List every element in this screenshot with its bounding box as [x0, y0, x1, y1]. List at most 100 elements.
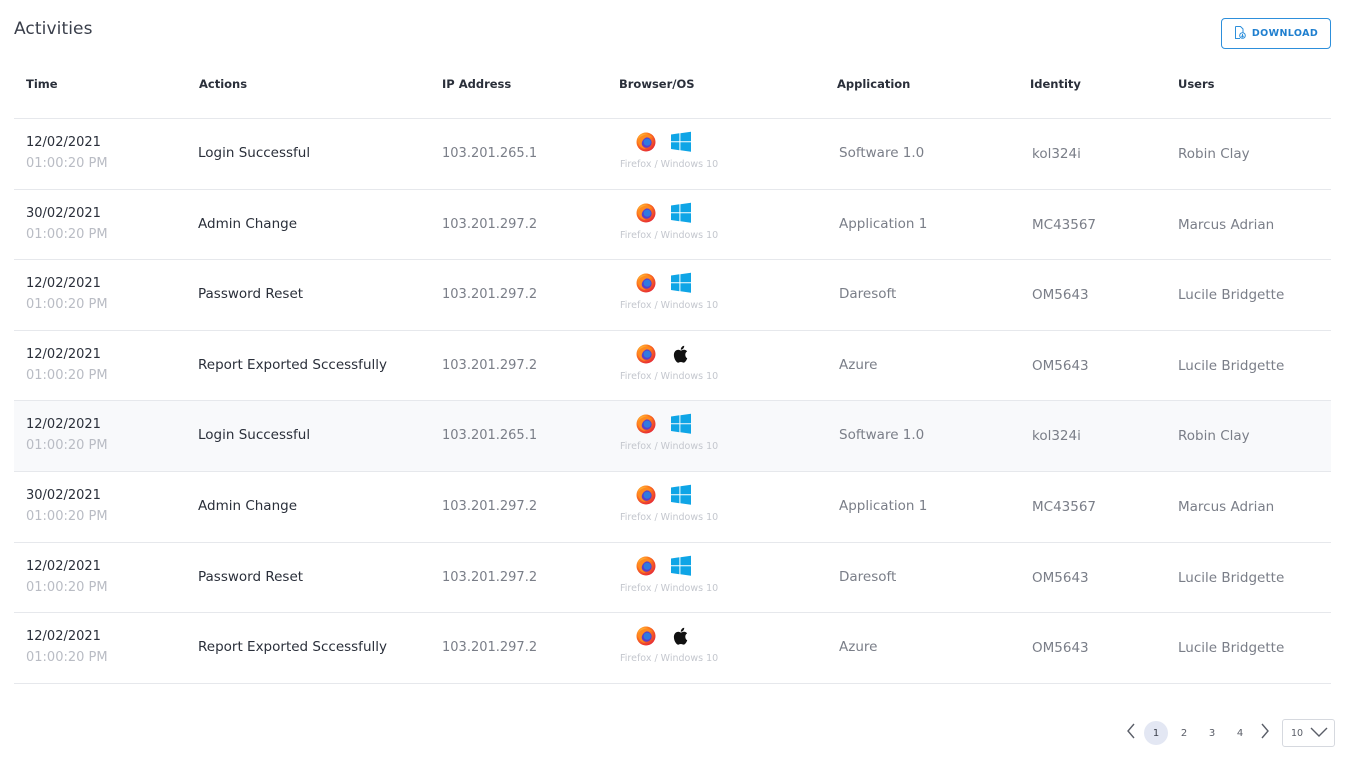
row-action: Admin Change: [198, 497, 298, 514]
download-label: DOWNLOAD: [1251, 28, 1319, 39]
next-page-button[interactable]: [1254, 720, 1276, 746]
table-row[interactable]: 12/02/2021 01:00:20 PM Password Reset 103.2…: [14, 260, 1331, 331]
row-identity: kol324i: [1032, 146, 1081, 162]
row-browser-os-icons: [635, 272, 692, 294]
row-browser-os: Firefox / Windows 10: [620, 511, 719, 523]
row-date: 30/02/2021: [26, 487, 101, 503]
row-browser-os: Firefox / Windows 10: [620, 159, 719, 170]
column-header-identity[interactable]: Identity: [1030, 77, 1081, 91]
row-date: 12/02/2021: [26, 417, 101, 433]
row-date: 30/02/2021: [26, 205, 101, 221]
row-application: Software 1.0: [839, 427, 925, 444]
row-browser-os-icons: [635, 202, 692, 224]
table-row[interactable]: 30/02/2021 01:00:20 PM Admin Change 103.201…: [14, 190, 1331, 261]
firefox-icon: [635, 625, 657, 647]
row-time: 01:00:20 PM: [26, 226, 108, 242]
windows-icon: [670, 555, 692, 577]
row-identity: OM5643: [1032, 640, 1089, 657]
row-application: Software 1.0: [839, 145, 925, 161]
row-ip-address: 103.201.297.2: [442, 569, 538, 585]
row-user: Marcus Adrian: [1178, 216, 1275, 233]
row-action: Login Successful: [198, 145, 311, 161]
windows-icon: [670, 202, 692, 224]
row-ip-address: 103.201.297.2: [442, 357, 538, 373]
row-date: 12/02/2021: [26, 629, 101, 645]
row-identity: MC43567: [1032, 498, 1097, 515]
row-action: Report Exported Sccessfully: [198, 356, 387, 373]
download-button[interactable]: DOWNLOAD: [1221, 18, 1331, 49]
page-size-select[interactable]: 10: [1282, 719, 1335, 747]
windows-icon: [670, 484, 692, 506]
firefox-icon: [635, 555, 657, 577]
table-row[interactable]: 30/02/2021 01:00:20 PM Admin Change 103.201…: [14, 472, 1331, 543]
row-identity: MC43567: [1032, 216, 1097, 233]
row-ip-address: 103.201.265.1: [442, 428, 538, 444]
row-user: Robin Clay: [1178, 146, 1250, 162]
row-action: Admin Change: [198, 215, 298, 232]
row-identity: kol324i: [1032, 428, 1081, 445]
firefox-icon: [635, 484, 657, 506]
row-browser-os: Firefox / Windows 10: [620, 582, 719, 594]
page-button-2[interactable]: 2: [1172, 721, 1196, 745]
row-browser-os: Firefox / Windows 10: [620, 370, 719, 382]
row-time: 01:00:20 PM: [26, 367, 108, 383]
chevron-right-icon: [1260, 723, 1270, 743]
table-row[interactable]: 12/02/2021 01:00:20 PM Login Successful 103…: [14, 119, 1331, 190]
row-identity: OM5643: [1032, 357, 1089, 374]
row-date: 12/02/2021: [26, 135, 101, 150]
page-size-value: 10: [1291, 727, 1304, 739]
firefox-icon: [635, 272, 657, 294]
row-time: 01:00:20 PM: [26, 650, 108, 666]
row-browser-os: Firefox / Windows 10: [620, 441, 719, 453]
column-header-browser-os[interactable]: Browser/OS: [619, 77, 695, 91]
column-header-application[interactable]: Application: [837, 77, 910, 91]
windows-icon: [670, 272, 692, 294]
row-user: Robin Clay: [1178, 428, 1250, 445]
row-browser-os: Firefox / Windows 10: [620, 653, 719, 665]
table-row[interactable]: 12/02/2021 01:00:20 PM Report Exported Scc…: [14, 613, 1331, 684]
row-user: Lucile Bridgette: [1178, 640, 1285, 657]
row-time: 01:00:20 PM: [26, 297, 108, 313]
firefox-icon: [635, 131, 657, 153]
row-date: 12/02/2021: [26, 346, 101, 362]
row-application: Application 1: [839, 215, 928, 232]
row-browser-os-icons: [635, 625, 692, 647]
row-application: Azure: [839, 639, 878, 656]
row-ip-address: 103.201.297.2: [442, 287, 538, 303]
row-ip-address: 103.201.297.2: [442, 216, 538, 232]
table-row[interactable]: 12/02/2021 01:00:20 PM Password Reset 103.2…: [14, 543, 1331, 614]
table-row[interactable]: 12/02/2021 01:00:20 PM Login Successful 103…: [14, 401, 1331, 472]
column-header-ip-address[interactable]: IP Address: [442, 77, 511, 91]
column-header-users[interactable]: Users: [1178, 77, 1215, 91]
column-header-actions[interactable]: Actions: [199, 77, 247, 91]
row-time: 01:00:20 PM: [26, 156, 108, 171]
column-header-time[interactable]: Time: [26, 77, 58, 91]
row-application: Daresoft: [839, 568, 897, 585]
chevron-down-icon: [1310, 727, 1328, 740]
row-user: Lucile Bridgette: [1178, 357, 1285, 374]
page-title: Activities: [14, 19, 93, 39]
windows-icon: [670, 131, 692, 153]
previous-page-button[interactable]: [1120, 720, 1142, 746]
row-action: Login Successful: [198, 427, 311, 444]
firefox-icon: [635, 413, 657, 435]
row-user: Lucile Bridgette: [1178, 287, 1285, 304]
page-button-1[interactable]: 1: [1144, 721, 1168, 745]
row-user: Marcus Adrian: [1178, 498, 1275, 515]
row-browser-os-icons: [635, 555, 692, 577]
row-browser-os: Firefox / Windows 10: [620, 229, 719, 241]
chevron-left-icon: [1126, 723, 1136, 743]
table-body: 12/02/2021 01:00:20 PM Login Successful 103…: [14, 119, 1331, 684]
row-time: 01:00:20 PM: [26, 579, 108, 595]
row-ip-address: 103.201.297.2: [442, 640, 538, 656]
windows-icon: [670, 413, 692, 435]
row-browser-os-icons: [635, 413, 692, 435]
row-identity: OM5643: [1032, 569, 1089, 586]
row-time: 01:00:20 PM: [26, 508, 108, 524]
table-row[interactable]: 12/02/2021 01:00:20 PM Report Exported Scc…: [14, 331, 1331, 402]
row-date: 12/02/2021: [26, 558, 101, 574]
row-action: Report Exported Sccessfully: [198, 639, 387, 656]
page-button-3[interactable]: 3: [1200, 721, 1224, 745]
page-button-4[interactable]: 4: [1228, 721, 1252, 745]
row-application: Azure: [839, 356, 878, 373]
